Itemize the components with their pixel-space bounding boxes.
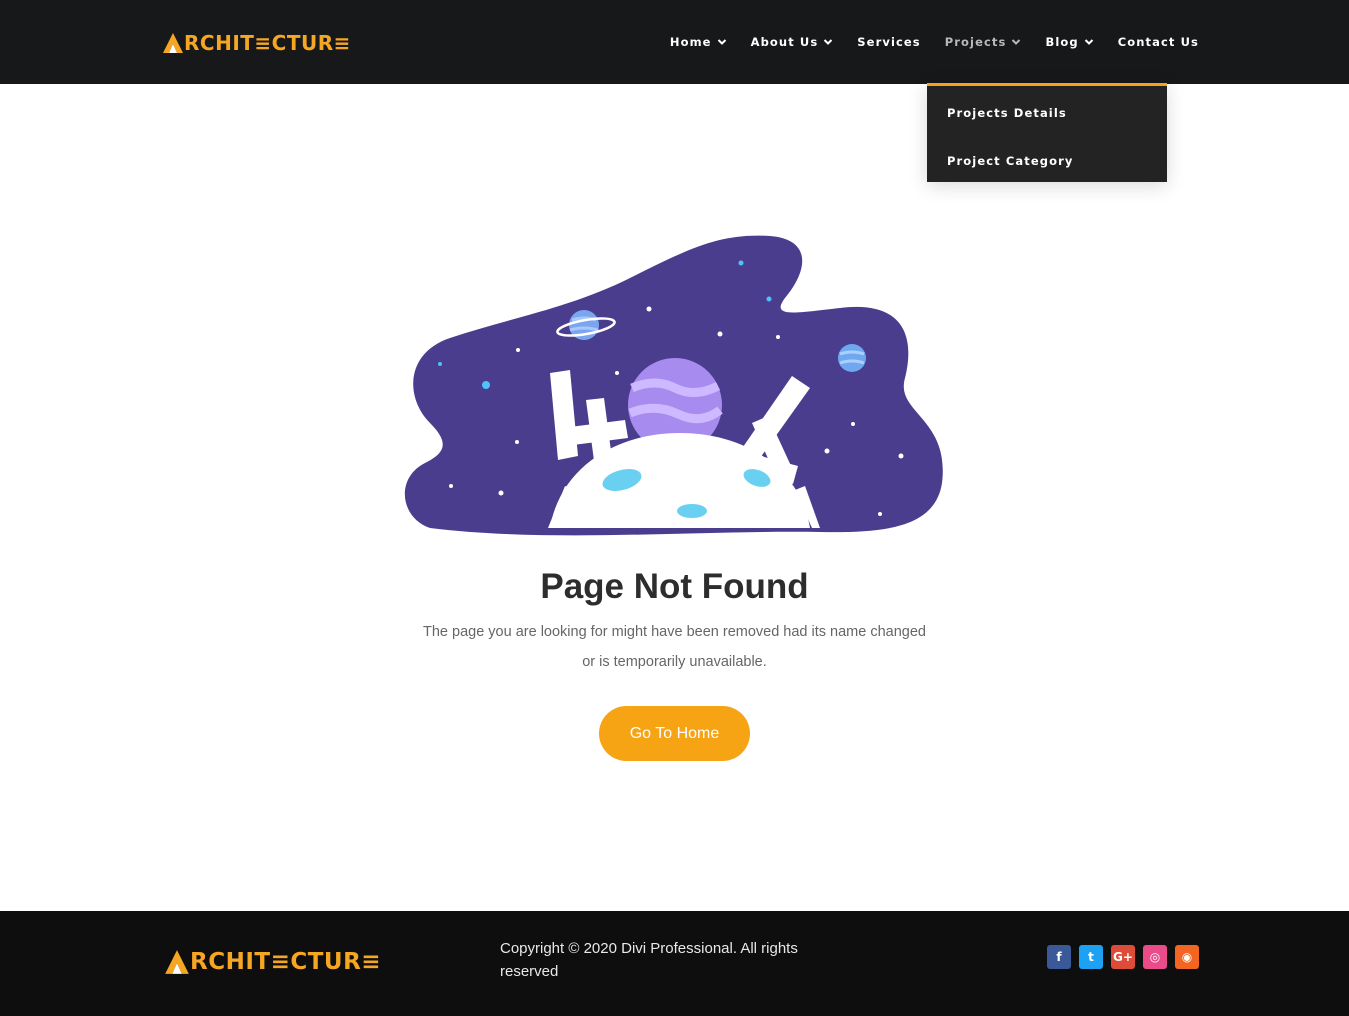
nav-about-us-label: About Us xyxy=(750,35,819,49)
chevron-down-icon xyxy=(1084,39,1093,45)
nav-services-label: Services xyxy=(857,35,921,49)
dropdown-item-projects-details[interactable]: Projects Details xyxy=(947,106,1067,120)
site-logo[interactable]: RCHIT≡CTUR≡ xyxy=(162,30,351,56)
nav-home[interactable]: Home xyxy=(670,33,727,51)
nav-projects[interactable]: Projects xyxy=(945,33,1022,51)
blue-planet-icon xyxy=(838,344,866,372)
chevron-down-icon xyxy=(824,39,833,45)
404-illustration xyxy=(404,235,943,536)
chevron-down-icon xyxy=(1012,39,1021,45)
projects-dropdown-menu: Projects Details Project Category xyxy=(927,83,1167,182)
logo-a-icon xyxy=(163,33,183,53)
site-header: RCHIT≡CTUR≡ Home About Us Services Proje… xyxy=(0,0,1349,84)
crater xyxy=(677,504,707,518)
description-line-1: The page you are looking for might have … xyxy=(423,624,926,640)
chevron-down-icon xyxy=(717,39,726,45)
copyright-text: Copyright © 2020 Divi Professional. All … xyxy=(500,940,798,980)
twitter-icon[interactable]: t xyxy=(1079,945,1103,969)
description-line-2: or is temporarily unavailable. xyxy=(582,654,767,670)
logo-text: RCHIT≡CTUR≡ xyxy=(184,31,351,55)
footer-logo[interactable]: RCHIT≡CTUR≡ xyxy=(164,947,381,977)
nav-home-label: Home xyxy=(669,35,712,49)
rss-icon[interactable]: ◉ xyxy=(1175,945,1199,969)
nav-about-us[interactable]: About Us xyxy=(751,33,834,51)
main-nav: Home About Us Services Projects Blog Con… xyxy=(646,33,1199,51)
dribbble-icon[interactable]: ◎ xyxy=(1143,945,1167,969)
facebook-icon[interactable]: f xyxy=(1047,945,1071,969)
nav-blog-label: Blog xyxy=(1045,35,1079,49)
nav-services[interactable]: Services xyxy=(857,33,920,51)
nav-contact-us[interactable]: Contact Us xyxy=(1118,33,1199,51)
google-plus-icon[interactable]: G+ xyxy=(1111,945,1135,969)
social-links: f t G+ ◎ ◉ xyxy=(1047,945,1199,969)
nav-projects-label: Projects xyxy=(944,35,1007,49)
dropdown-item-project-category[interactable]: Project Category xyxy=(947,154,1073,168)
nav-blog[interactable]: Blog xyxy=(1045,33,1093,51)
page-description: The page you are looking for might have … xyxy=(400,617,949,677)
go-to-home-button[interactable]: Go To Home xyxy=(599,706,750,761)
footer-logo-text: RCHIT≡CTUR≡ xyxy=(190,949,382,975)
logo-a-icon xyxy=(165,950,189,974)
page-title: Page Not Found xyxy=(540,567,809,606)
nav-contact-us-label: Contact Us xyxy=(1117,35,1199,49)
